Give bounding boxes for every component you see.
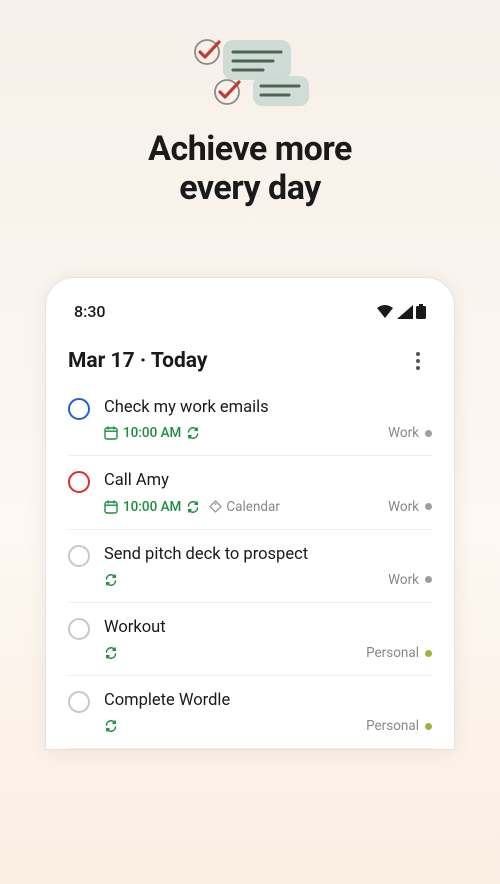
recurring-icon [186, 500, 200, 514]
page-title: Mar 17 · Today [68, 349, 207, 373]
task-checkbox[interactable] [68, 398, 90, 420]
recurring-icon [186, 426, 200, 440]
task-project: Work [388, 572, 432, 588]
task-item[interactable]: Call Amy 10:00 AM Calendar Work [68, 456, 432, 529]
calendar-icon [104, 500, 118, 514]
project-dot-icon [425, 650, 432, 657]
recurring-icon [104, 646, 118, 660]
more-options-button[interactable] [404, 347, 432, 375]
project-dot-icon [425, 576, 432, 583]
task-project: Work [388, 499, 432, 515]
task-time: 10:00 AM [104, 499, 181, 515]
phone-frame: 8:30 Mar 17 · Today Check my work emails… [46, 278, 454, 749]
task-time: 10:00 AM [104, 425, 181, 441]
task-meta-left [104, 719, 360, 733]
task-title: Complete Wordle [104, 690, 432, 712]
task-meta: 10:00 AM Calendar Work [104, 499, 432, 515]
task-checkbox[interactable] [68, 618, 90, 640]
task-meta: Work [104, 572, 432, 588]
task-recurring [104, 719, 118, 733]
task-meta-left [104, 646, 360, 660]
task-body: Check my work emails 10:00 AM Work [104, 397, 432, 441]
project-dot-icon [425, 430, 432, 437]
wifi-icon [376, 305, 394, 319]
status-icons [376, 304, 426, 319]
task-meta: Personal [104, 645, 432, 661]
task-item[interactable]: Check my work emails 10:00 AM Work [68, 389, 432, 456]
task-project: Personal [366, 718, 432, 734]
task-project: Work [388, 425, 432, 441]
task-body: Complete Wordle Personal [104, 690, 432, 734]
task-title: Check my work emails [104, 397, 432, 419]
task-item[interactable]: Workout Personal [68, 603, 432, 676]
task-recurring [186, 426, 200, 440]
task-checkbox[interactable] [68, 691, 90, 713]
tag-icon [209, 500, 222, 513]
signal-icon [397, 305, 413, 319]
task-recurring [186, 500, 200, 514]
hero-illustration [0, 0, 500, 112]
task-title: Call Amy [104, 470, 432, 492]
task-checkbox[interactable] [68, 471, 90, 493]
more-vertical-icon [416, 352, 420, 370]
status-time: 8:30 [74, 302, 106, 321]
task-body: Workout Personal [104, 617, 432, 661]
task-body: Send pitch deck to prospect Work [104, 544, 432, 588]
hero-title: Achieve more every day [0, 130, 500, 208]
battery-icon [416, 304, 426, 319]
task-item[interactable]: Complete Wordle Personal [68, 676, 432, 749]
task-checkbox[interactable] [68, 545, 90, 567]
calendar-icon [104, 426, 118, 440]
status-bar: 8:30 [46, 278, 454, 329]
task-meta-left [104, 573, 382, 587]
task-meta: Personal [104, 718, 432, 734]
recurring-icon [104, 719, 118, 733]
task-meta: 10:00 AM Work [104, 425, 432, 441]
task-recurring [104, 646, 118, 660]
task-item[interactable]: Send pitch deck to prospect Work [68, 530, 432, 603]
project-dot-icon [425, 503, 432, 510]
task-title: Send pitch deck to prospect [104, 544, 432, 566]
task-extra-tag: Calendar [209, 499, 280, 515]
recurring-icon [104, 573, 118, 587]
task-title: Workout [104, 617, 432, 639]
header-row: Mar 17 · Today [46, 329, 454, 389]
task-body: Call Amy 10:00 AM Calendar Work [104, 470, 432, 514]
project-dot-icon [425, 723, 432, 730]
task-meta-left: 10:00 AM Calendar [104, 499, 382, 515]
task-meta-left: 10:00 AM [104, 425, 382, 441]
task-project: Personal [366, 645, 432, 661]
task-recurring [104, 573, 118, 587]
task-list: Check my work emails10:00 AMWorkCall Amy… [46, 389, 454, 749]
